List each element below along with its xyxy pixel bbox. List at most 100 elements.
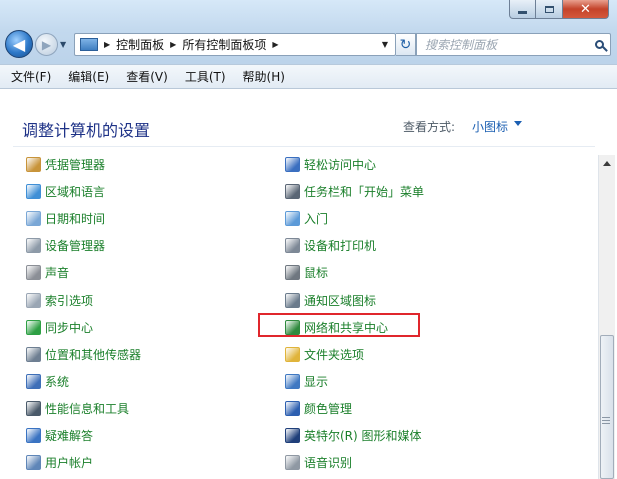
menu-edit[interactable]: 编辑(E) xyxy=(68,68,109,85)
breadcrumb-control-panel[interactable]: 控制面板 xyxy=(116,36,164,53)
control-panel-item[interactable]: 通知区域图标 xyxy=(285,291,376,310)
control-panel-item[interactable]: 颜色管理 xyxy=(285,399,352,418)
divider xyxy=(13,146,595,147)
refresh-button[interactable]: ↻ xyxy=(396,33,416,56)
scrollbar-grip-icon xyxy=(602,417,610,418)
control-panel-item[interactable]: 性能信息和工具 xyxy=(26,399,129,418)
forward-arrow-icon: ▶ xyxy=(41,37,52,52)
refresh-icon: ↻ xyxy=(399,36,412,53)
menu-bar: 文件(F) 编辑(E) 查看(V) 工具(T) 帮助(H) xyxy=(0,64,617,89)
breadcrumb-separator-icon[interactable]: ▶ xyxy=(272,40,278,49)
control-panel-item[interactable]: 设备管理器 xyxy=(26,236,105,255)
region-language-icon xyxy=(26,184,41,199)
control-panel-item[interactable]: 索引选项 xyxy=(26,291,93,310)
control-panel-item-label: 通知区域图标 xyxy=(304,294,377,308)
control-panel-item-label: 声音 xyxy=(45,266,70,280)
control-panel-item[interactable]: 声音 xyxy=(26,263,69,282)
control-panel-item-label: 入门 xyxy=(304,212,329,226)
credential-manager-icon xyxy=(26,157,41,172)
control-panel-item-label: 鼠标 xyxy=(304,266,329,280)
scrollbar-thumb[interactable] xyxy=(600,335,614,479)
view-by-chevron-down-icon[interactable] xyxy=(514,121,522,126)
control-panel-item-label: 系统 xyxy=(45,375,70,389)
control-panel-item-label: 索引选项 xyxy=(45,294,94,308)
minimize-icon xyxy=(518,10,527,14)
control-panel-item-label: 显示 xyxy=(304,375,329,389)
breadcrumb-separator-icon[interactable]: ▶ xyxy=(104,40,110,49)
control-panel-item[interactable]: 文件夹选项 xyxy=(285,345,364,364)
menu-view[interactable]: 查看(V) xyxy=(126,68,168,85)
control-panel-item-label: 设备管理器 xyxy=(45,239,106,253)
vertical-scrollbar[interactable] xyxy=(598,155,615,479)
control-panel-item-label: 文件夹选项 xyxy=(304,348,365,362)
control-panel-window: ✕ ◀ ▶ ▼ ▶ 控制面板 ▶ 所有控制面板项 ▶ ▼ ↻ 文件(F) 编辑(… xyxy=(0,0,617,479)
menu-help[interactable]: 帮助(H) xyxy=(243,68,285,85)
control-panel-item-label: 英特尔(R) 图形和媒体 xyxy=(304,429,422,443)
control-panel-item[interactable]: 凭据管理器 xyxy=(26,155,105,174)
control-panel-item[interactable]: 疑难解答 xyxy=(26,426,93,445)
view-by-dropdown[interactable]: 小图标 xyxy=(472,118,508,135)
control-panel-item[interactable]: 区域和语言 xyxy=(26,182,105,201)
control-panel-item[interactable]: 同步中心 xyxy=(26,318,93,337)
control-panel-item-label: 日期和时间 xyxy=(45,212,106,226)
minimize-button[interactable] xyxy=(509,0,536,19)
control-panel-item[interactable]: 显示 xyxy=(285,372,328,391)
search-box[interactable] xyxy=(416,33,611,56)
sync-center-icon xyxy=(26,320,41,335)
taskbar-start-menu-icon xyxy=(285,184,300,199)
control-panel-item-label: 设备和打印机 xyxy=(304,239,377,253)
breadcrumb-all-items[interactable]: 所有控制面板项 xyxy=(182,36,266,53)
control-panel-item-label: 区域和语言 xyxy=(45,185,106,199)
maximize-icon xyxy=(544,5,554,13)
content-pane: 调整计算机的设置 查看方式: 小图标 凭据管理器区域和语言日期和时间设备管理器声… xyxy=(0,89,617,479)
mouse-icon xyxy=(285,265,300,280)
performance-tools-icon xyxy=(26,401,41,416)
control-panel-item[interactable]: 任务栏和「开始」菜单 xyxy=(285,182,424,201)
speech-recognition-icon xyxy=(285,455,300,470)
control-panel-item[interactable]: 鼠标 xyxy=(285,263,328,282)
control-panel-item[interactable]: 设备和打印机 xyxy=(285,236,376,255)
address-bar[interactable]: ▶ 控制面板 ▶ 所有控制面板项 ▶ ▼ xyxy=(74,33,396,56)
intel-graphics-icon xyxy=(285,428,300,443)
control-panel-item-label: 用户帐户 xyxy=(45,456,94,470)
control-panel-folder-icon xyxy=(80,38,98,51)
date-time-icon xyxy=(26,211,41,226)
devices-printers-icon xyxy=(285,238,300,253)
search-input[interactable] xyxy=(423,36,587,53)
system-icon xyxy=(26,374,41,389)
control-panel-item-label: 轻松访问中心 xyxy=(304,158,377,172)
control-panel-item-label: 任务栏和「开始」菜单 xyxy=(304,185,425,199)
control-panel-item[interactable]: 系统 xyxy=(26,372,69,391)
color-management-icon xyxy=(285,401,300,416)
scroll-up-arrow-icon[interactable] xyxy=(599,155,615,172)
address-dropdown-icon[interactable]: ▼ xyxy=(382,40,388,49)
sound-icon xyxy=(26,265,41,280)
caption-buttons: ✕ xyxy=(509,0,609,19)
menu-tools[interactable]: 工具(T) xyxy=(185,68,226,85)
maximize-button[interactable] xyxy=(536,0,563,19)
search-icon[interactable] xyxy=(595,40,604,49)
control-panel-item[interactable]: 位置和其他传感器 xyxy=(26,345,141,364)
control-panel-item-label: 性能信息和工具 xyxy=(45,402,130,416)
control-panel-item[interactable]: 轻松访问中心 xyxy=(285,155,376,174)
folder-options-icon xyxy=(285,347,300,362)
control-panel-item[interactable]: 英特尔(R) 图形和媒体 xyxy=(285,426,422,445)
control-panel-item[interactable]: 日期和时间 xyxy=(26,209,105,228)
view-by-label: 查看方式: xyxy=(403,120,456,134)
breadcrumb-separator-icon[interactable]: ▶ xyxy=(170,40,176,49)
control-panel-item-label: 颜色管理 xyxy=(304,402,353,416)
close-button[interactable]: ✕ xyxy=(563,0,609,19)
back-button[interactable]: ◀ xyxy=(5,30,33,58)
device-manager-icon xyxy=(26,238,41,253)
control-panel-item-label: 位置和其他传感器 xyxy=(45,348,142,362)
close-icon: ✕ xyxy=(580,1,591,17)
control-panel-item[interactable]: 入门 xyxy=(285,209,328,228)
forward-button[interactable]: ▶ xyxy=(35,33,58,56)
page-title: 调整计算机的设置 xyxy=(22,121,151,140)
display-icon xyxy=(285,374,300,389)
notification-area-icon xyxy=(285,293,300,308)
menu-file[interactable]: 文件(F) xyxy=(11,68,51,85)
control-panel-item[interactable]: 用户帐户 xyxy=(26,453,93,472)
control-panel-item[interactable]: 语音识别 xyxy=(285,453,352,472)
recent-pages-dropdown-icon[interactable]: ▼ xyxy=(60,40,66,49)
